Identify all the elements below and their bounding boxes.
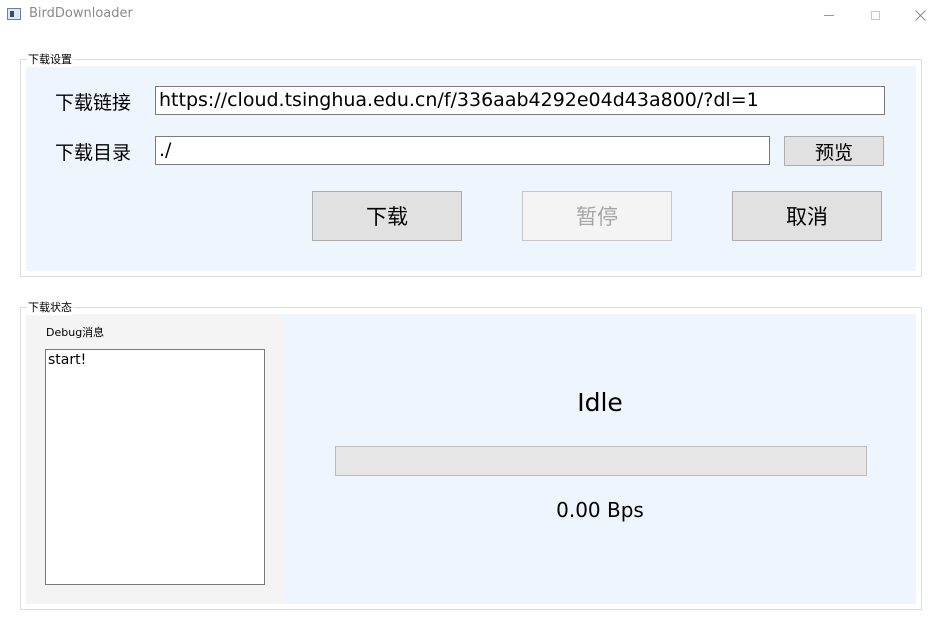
title-bar[interactable]: BirdDownloader (0, 0, 943, 30)
directory-input[interactable]: ./ (155, 136, 770, 165)
window-title: BirdDownloader (29, 6, 133, 21)
settings-group-title: 下载设置 (27, 51, 73, 67)
debug-log-textbox[interactable]: start! (45, 349, 265, 585)
status-group-title: 下载状态 (27, 299, 73, 315)
download-speed-text: 0.00 Bps (556, 498, 644, 522)
download-state-text: Idle (577, 388, 623, 417)
url-label: 下载链接 (55, 92, 132, 114)
download-progress-bar (335, 446, 867, 476)
minimize-button[interactable] (806, 0, 852, 30)
debug-panel: Debug消息 start! (26, 314, 284, 604)
app-window: BirdDownloader 下载设置 下载链接 https://cloud.t… (0, 0, 943, 631)
maximize-icon (870, 10, 880, 20)
debug-label: Debug消息 (46, 326, 105, 339)
download-status-group: Debug消息 start! Idle 0.00 Bps (20, 307, 922, 610)
browse-button[interactable]: 预览 (784, 136, 884, 166)
close-icon (914, 9, 926, 21)
pause-button[interactable]: 暂停 (522, 191, 672, 241)
directory-label: 下载目录 (55, 142, 132, 164)
status-panel: Idle 0.00 Bps (284, 314, 916, 604)
minimize-icon (824, 14, 834, 16)
app-icon (7, 8, 21, 20)
cancel-button[interactable]: 取消 (732, 191, 882, 241)
download-button[interactable]: 下载 (312, 191, 462, 241)
url-input[interactable]: https://cloud.tsinghua.edu.cn/f/336aab42… (155, 86, 885, 115)
close-button[interactable] (897, 0, 943, 30)
maximize-button[interactable] (852, 0, 898, 30)
